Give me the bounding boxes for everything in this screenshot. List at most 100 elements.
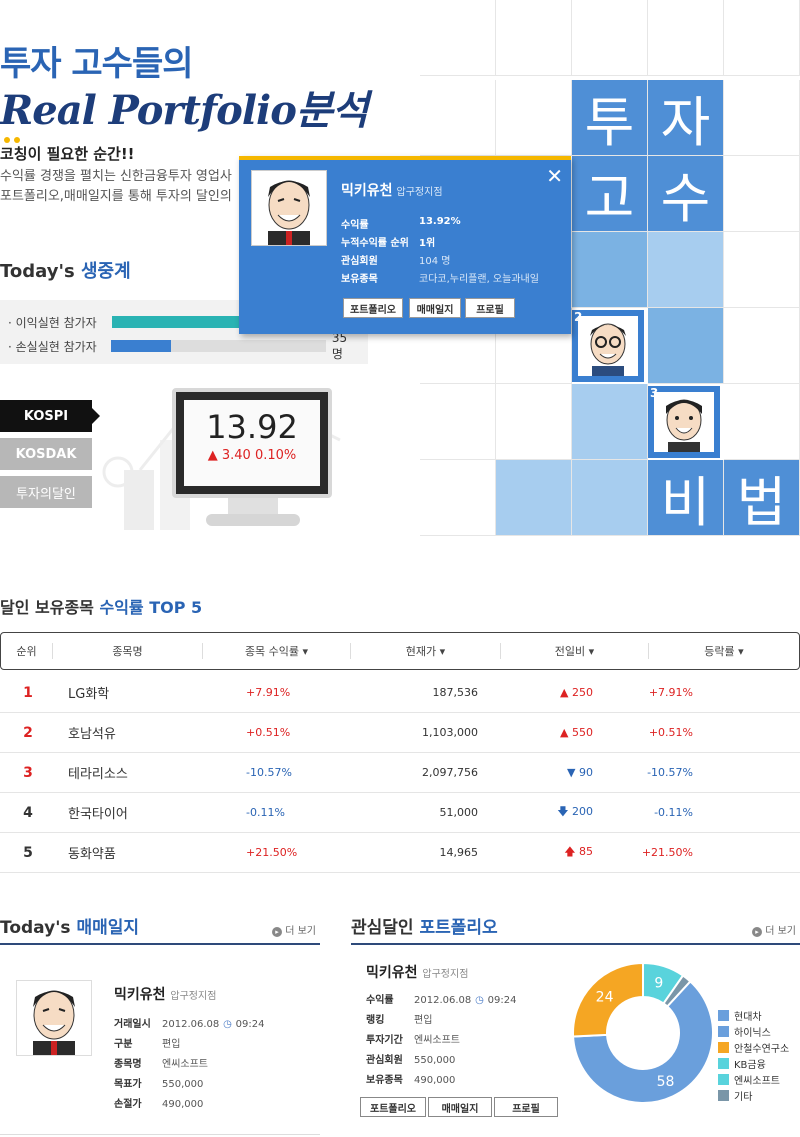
row-rank: 2 <box>23 724 33 741</box>
portfolio-accent: 포트폴리오 <box>419 918 498 938</box>
trade-log-button[interactable]: 매매일지 <box>428 1097 492 1117</box>
row-rate: +0.51% <box>648 726 693 739</box>
detail-key: 관심회원 <box>366 1055 403 1066</box>
grid-cell <box>572 460 648 536</box>
tab-pointer-icon <box>92 408 100 424</box>
legend-item: 하이닉스 <box>718 1024 771 1039</box>
row-rank: 3 <box>23 764 33 781</box>
col-price[interactable]: 현재가 ▾ <box>351 643 501 659</box>
portfolio-name-text: 믹키유천 <box>366 965 418 981</box>
detail-key: 구분 <box>114 1039 133 1050</box>
profile-button[interactable]: 프로필 <box>465 298 515 318</box>
portfolio-button[interactable]: 포트폴리오 <box>360 1097 426 1117</box>
col-return[interactable]: 종목 수익률 ▾ <box>203 643 351 659</box>
grid-cell <box>648 308 724 384</box>
coaching-heading: 코칭이 필요한 순간!! <box>0 145 135 163</box>
avatar-icon <box>268 180 310 245</box>
portfolio-prefix: 관심달인 <box>351 918 414 938</box>
trade-log-button[interactable]: 매매일지 <box>409 298 461 318</box>
more-icon: ▸ <box>752 927 762 937</box>
grid-char: 비 <box>648 460 724 536</box>
detail-value: 2012.06.08 <box>162 1019 220 1030</box>
close-icon[interactable]: ✕ <box>546 164 563 188</box>
table-row[interactable]: 1 LG화학 +7.91% 187,536 ▲ 250 +7.91% <box>0 673 800 713</box>
portfolio-details: 수익률 2012.06.08 ◷ 09:24 랭킹 편입 투자기간 엔씨소프트 관심회… <box>366 990 516 1090</box>
table-row[interactable]: 2 호남석유 +0.51% 1,103,000 ▲ 550 +0.51% <box>0 713 800 753</box>
popup-key: 관심회원 <box>341 256 378 267</box>
portfolio-name: 믹키유천 압구정지점 <box>366 962 468 982</box>
legend-label: 기타 <box>734 1092 753 1103</box>
top5-title: 달인 보유종목 수익률 TOP 5 <box>0 594 202 618</box>
detail-key: 수익률 <box>366 995 394 1006</box>
grid-cell <box>496 0 572 76</box>
row-price: 51,000 <box>439 806 479 819</box>
row-name[interactable]: 한국타이어 <box>56 803 202 822</box>
avatar <box>578 316 638 376</box>
grid-cell <box>648 232 724 308</box>
row-price: 2,097,756 <box>422 766 478 779</box>
row-name[interactable]: LG화학 <box>56 683 202 702</box>
grid-cell <box>420 460 496 536</box>
portfolio-branch: 압구정지점 <box>422 969 469 980</box>
detail-value: 엔씨소프트 <box>162 1059 208 1070</box>
loss-bar <box>111 340 326 352</box>
row-name[interactable]: 동화약품 <box>56 843 202 862</box>
detail-row: 구분 편입 <box>114 1034 264 1054</box>
popup-value: 13.92% <box>419 216 461 227</box>
row-price: 1,103,000 <box>422 726 478 739</box>
loss-label: · 손실실현 참가자 <box>8 339 97 354</box>
clock-icon: ◷ <box>223 1019 232 1030</box>
popup-row: 보유종목 코다코,누리플랜, 오늘과내일 <box>341 270 539 285</box>
row-name[interactable]: 테라리소스 <box>56 763 202 782</box>
intro-line-2: 포트폴리오,매매일지를 통해 투자의 달인의 <box>0 189 232 204</box>
grid-cell <box>724 384 800 460</box>
trade-log-name: 믹키유천 압구정지점 <box>114 984 216 1004</box>
tab-kospi[interactable]: KOSPI <box>0 400 92 432</box>
loss-count: 35명 <box>331 330 348 361</box>
row-price: 187,536 <box>432 686 479 699</box>
tab-kosdak[interactable]: KOSDAK <box>0 438 92 470</box>
legend-label: 안철수연구소 <box>734 1044 790 1055</box>
trade-log-title: Today's 매매일지 <box>0 913 139 938</box>
table-row[interactable]: 3 테라리소스 -10.57% 2,097,756 ▼ 90 -10.57% <box>0 753 800 793</box>
row-diff: ▲ 250 <box>560 686 593 699</box>
rank-card-3[interactable]: 3 <box>648 386 720 458</box>
portfolio-button[interactable]: 포트폴리오 <box>343 298 403 318</box>
profile-button[interactable]: 프로필 <box>494 1097 558 1117</box>
legend-label: 하이닉스 <box>734 1028 771 1039</box>
legend-item: 현대차 <box>718 1008 762 1023</box>
table-row[interactable]: 4 한국타이어 -0.11% 51,000 🡇 200 -0.11% <box>0 793 800 833</box>
legend-label: 엔씨소프트 <box>734 1076 780 1087</box>
section-divider <box>0 1134 320 1135</box>
portfolio-title: 관심달인 포트폴리오 <box>351 913 498 938</box>
donut-value-label: 58 <box>657 1074 675 1090</box>
detail-key: 손절가 <box>114 1099 142 1110</box>
trade-log-more-link[interactable]: ▸ 더 보기 <box>272 922 316 937</box>
grid-cell <box>420 80 496 156</box>
tab-master[interactable]: 투자의달인 <box>0 476 92 508</box>
row-rank: 4 <box>23 804 33 821</box>
col-rate[interactable]: 등락률 ▾ <box>649 643 799 659</box>
popup-row: 누적수익률 순위 1위 <box>341 234 435 249</box>
detail-time: 09:24 <box>487 995 517 1006</box>
row-diff: 🡅 85 <box>564 845 593 858</box>
row-return: +7.91% <box>246 686 291 699</box>
popup-branch: 압구정지점 <box>396 187 443 198</box>
legend-item: KB금융 <box>718 1056 766 1071</box>
table-row[interactable]: 5 동화약품 +21.50% 14,965 🡅 85 +21.50% <box>0 833 800 873</box>
col-diff[interactable]: 전일비 ▾ <box>501 643 649 659</box>
detail-row: 관심회원 550,000 <box>366 1050 516 1070</box>
rank-card-2[interactable]: 2 <box>572 310 644 382</box>
row-rate: +7.91% <box>648 686 693 699</box>
detail-row: 손절가 490,000 <box>114 1094 264 1114</box>
portfolio-more-link[interactable]: ▸ 더 보기 <box>752 922 796 937</box>
trade-log-details: 거래일시 2012.06.08 ◷ 09:24 구분 편입 종목명 엔씨소프트 목표가… <box>114 1014 264 1114</box>
avatar <box>16 980 92 1056</box>
legend-label: 현대차 <box>734 1012 762 1023</box>
row-name[interactable]: 호남석유 <box>56 723 202 742</box>
profit-label: · 이익실현 참가자 <box>8 315 97 330</box>
donut-value-label: 9 <box>654 975 663 991</box>
intro-line-1: 수익률 경쟁을 펼치는 신한금융투자 영업사 <box>0 169 232 184</box>
grid-cell <box>496 80 572 156</box>
grid-cell <box>496 384 572 460</box>
